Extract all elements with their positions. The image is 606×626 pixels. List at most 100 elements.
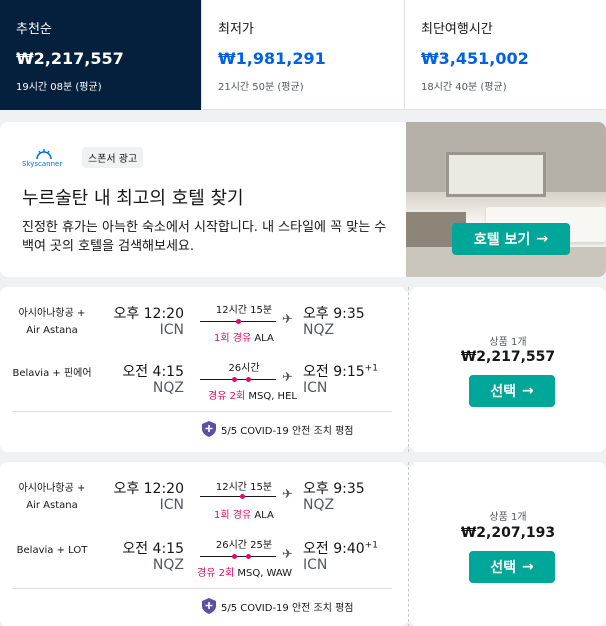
flight-result-card[interactable]: 아시아나항공 + Air Astana 오후 12:20 ICN 12시간 15… [0, 281, 606, 458]
logo-text: Skyscanner [22, 160, 63, 168]
tab-price: ₩1,981,291 [218, 49, 326, 68]
tab-duration: 18시간 40분 (평균) [421, 82, 507, 93]
arrival-airport: NQZ [303, 497, 335, 513]
airline-name: 아시아나항공 + Air Astana [18, 483, 86, 511]
tab-cheapest[interactable]: 최저가 ₩1,981,291 21시간 50분 (평균) [202, 0, 405, 110]
plane-icon: ✈ [282, 312, 293, 327]
route-line [200, 379, 276, 380]
tab-label: 최저가 [218, 22, 254, 37]
flight-price: ₩2,217,557 [460, 349, 556, 365]
stop-airports: ALA [254, 333, 274, 344]
stop-marker [232, 554, 237, 559]
stop-airports: MSQ, HEL [248, 391, 297, 402]
divider [12, 411, 392, 412]
covid-rating-text: 5/5 COVID-19 안전 조치 평점 [221, 602, 354, 614]
stop-marker [246, 377, 251, 382]
arrival-time: 오전 9:15+1 [303, 361, 378, 381]
flight-duration: 12시간 15분 [215, 305, 273, 316]
stop-marker [240, 494, 245, 499]
flight-duration: 26시간 25분 [215, 540, 273, 551]
departure-time: 오후 12:20 [113, 481, 184, 497]
arrival-time: 오후 9:35 [303, 306, 365, 322]
stop-marker [246, 554, 251, 559]
flight-duration: 26시간 [228, 363, 260, 374]
stop-airports: MSQ, WAW [237, 568, 293, 579]
arrow-right-icon: → [536, 231, 549, 247]
arrival-airport: NQZ [303, 322, 335, 338]
tab-recommended[interactable]: 추천순 ₩2,217,557 19시간 08분 (평균) [0, 0, 202, 110]
flight-result-card[interactable]: 아시아나항공 + Air Astana 오후 12:20 ICN 12시간 15… [0, 456, 606, 626]
tab-duration: 19시간 08분 (평균) [16, 82, 102, 93]
sponsor-badge: 스폰서 광고 [82, 147, 144, 168]
return-leg: Belavia + LOT 오전 4:15 NQZ 26시간 25분 ✈ 경유 … [0, 536, 400, 596]
arrival-time: 오전 9:40+1 [303, 538, 378, 558]
outbound-leg: 아시아나항공 + Air Astana 오후 12:20 ICN 12시간 15… [0, 301, 400, 361]
stop-count: 경유 2회 [197, 568, 235, 579]
select-label: 선택 [490, 384, 517, 400]
stop-info: 1회 경유 ALA [214, 329, 314, 344]
tab-duration: 21시간 50분 (평균) [218, 82, 304, 93]
sunrise-icon [36, 149, 52, 160]
stop-info: 경유 2회 MSQ, HEL [208, 387, 308, 402]
stop-count: 경유 2회 [208, 391, 246, 402]
departure-airport: NQZ [152, 380, 184, 396]
arrival-time: 오후 9:35 [303, 481, 365, 497]
arrival-airport: ICN [303, 557, 328, 573]
covid-rating-text: 5/5 COVID-19 안전 조치 평점 [221, 425, 354, 437]
outbound-leg: 아시아나항공 + Air Astana 오후 12:20 ICN 12시간 15… [0, 478, 400, 538]
stop-info: 1회 경유 ALA [214, 506, 314, 521]
divider [12, 588, 392, 589]
departure-time: 오전 4:15 [122, 541, 184, 557]
stop-marker [236, 319, 241, 324]
sort-tabs: 추천순 ₩2,217,557 19시간 08분 (평균) 최저가 ₩1,981,… [0, 0, 606, 110]
select-label: 선택 [490, 560, 517, 576]
flight-duration: 12시간 15분 [215, 482, 273, 493]
tab-fastest[interactable]: 최단여행시간 ₩3,451,002 18시간 40분 (평균) [405, 0, 606, 110]
tab-label: 추천순 [16, 22, 52, 37]
ad-title: 누르술탄 내 최고의 호텔 찾기 [22, 188, 244, 209]
shield-icon [202, 598, 216, 614]
tab-price: ₩2,217,557 [16, 49, 124, 68]
stop-count: 1회 경유 [214, 510, 252, 521]
tab-label: 최단여행시간 [421, 22, 493, 37]
departure-time: 오전 4:15 [122, 364, 184, 380]
plane-icon: ✈ [282, 487, 293, 502]
day-offset: +1 [364, 540, 378, 551]
airline-name: Belavia + LOT [16, 545, 88, 556]
arrival-time-value: 오전 9:15 [303, 364, 365, 380]
day-offset: +1 [364, 363, 378, 374]
plane-icon: ✈ [282, 547, 293, 562]
stop-count: 1회 경유 [214, 333, 252, 344]
deal-count: 상품 1개 [489, 512, 527, 523]
departure-airport: ICN [159, 322, 184, 338]
departure-airport: ICN [159, 497, 184, 513]
select-button[interactable]: 선택 → [469, 551, 555, 583]
skyscanner-logo: Skyscanner [22, 148, 66, 168]
airline-name: 아시아나항공 + Air Astana [18, 308, 86, 336]
route-line [200, 496, 276, 497]
departure-time: 오후 12:20 [113, 306, 184, 322]
arrival-airport: ICN [303, 380, 328, 396]
shield-icon [202, 421, 216, 437]
arrival-time-value: 오전 9:40 [303, 541, 365, 557]
airline-name: Belavia + 핀에어 [12, 368, 92, 379]
view-hotels-label: 호텔 보기 [473, 232, 531, 248]
covid-rating[interactable]: 5/5 COVID-19 안전 조치 평점 [202, 421, 354, 437]
route-line [200, 556, 276, 557]
deal-count: 상품 1개 [489, 337, 527, 348]
stop-airports: ALA [254, 510, 274, 521]
stop-info: 경유 2회 MSQ, WAW [197, 564, 297, 579]
covid-rating[interactable]: 5/5 COVID-19 안전 조치 평점 [202, 598, 354, 614]
arrow-right-icon: → [522, 559, 534, 575]
ad-content: Skyscanner 스폰서 광고 누르술탄 내 최고의 호텔 찾기 진정한 휴… [0, 122, 406, 277]
select-button[interactable]: 선택 → [469, 375, 555, 407]
arrow-right-icon: → [522, 383, 534, 399]
ad-description: 진정한 휴가는 아늑한 숙소에서 시작합니다. 내 스타일에 꼭 맞는 수백여 … [22, 220, 387, 254]
departure-airport: NQZ [152, 557, 184, 573]
view-hotels-button[interactable]: 호텔 보기 → [452, 223, 570, 255]
tab-price: ₩3,451,002 [421, 49, 529, 68]
plane-icon: ✈ [282, 370, 293, 385]
flight-price: ₩2,207,193 [460, 525, 556, 541]
return-leg: Belavia + 핀에어 오전 4:15 NQZ 26시간 ✈ 경유 2회 M… [0, 359, 400, 419]
stop-marker [232, 377, 237, 382]
